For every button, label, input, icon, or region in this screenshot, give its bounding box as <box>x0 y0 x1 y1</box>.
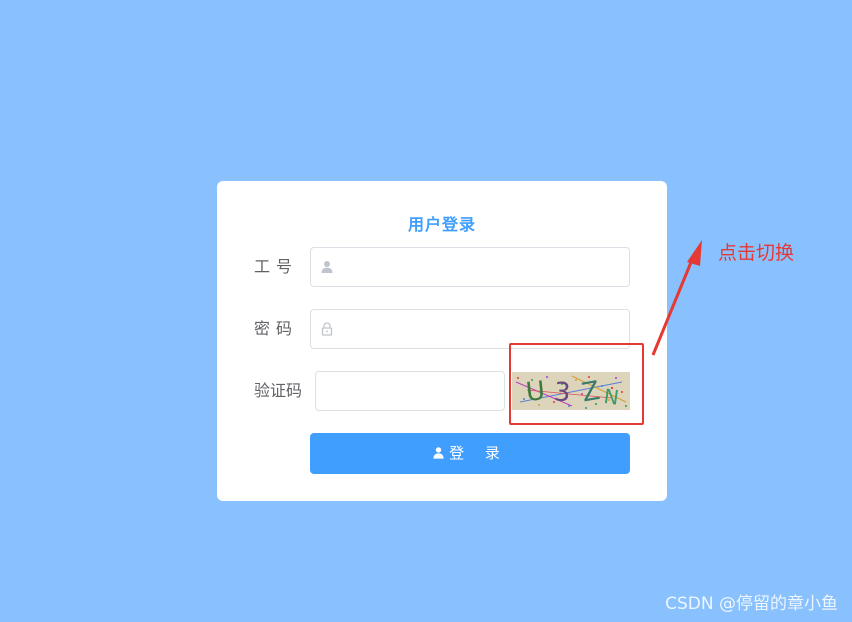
employee-id-label: 工号 <box>254 257 299 276</box>
watermark: CSDN @停留的章小鱼 <box>665 594 838 614</box>
user-icon <box>433 446 444 459</box>
user-icon <box>321 261 333 273</box>
employee-id-field[interactable] <box>310 247 630 288</box>
employee-id-input[interactable] <box>341 248 625 288</box>
captcha-field[interactable] <box>315 371 505 412</box>
annotation-text: 点击切换 <box>718 242 795 264</box>
captcha-label: 验证码 <box>254 381 303 400</box>
password-label: 密码 <box>254 319 299 338</box>
login-card: 用户登录 工号 密码 验证码 U 3 Z N 登 录 <box>217 181 667 501</box>
captcha-input[interactable] <box>326 372 500 412</box>
login-button[interactable]: 登 录 <box>310 433 630 474</box>
captcha-highlight-box <box>509 343 644 425</box>
lock-icon <box>321 322 333 336</box>
login-title: 用户登录 <box>407 215 476 234</box>
login-button-label: 登 录 <box>449 444 508 462</box>
annotation-arrow-icon <box>651 240 702 356</box>
